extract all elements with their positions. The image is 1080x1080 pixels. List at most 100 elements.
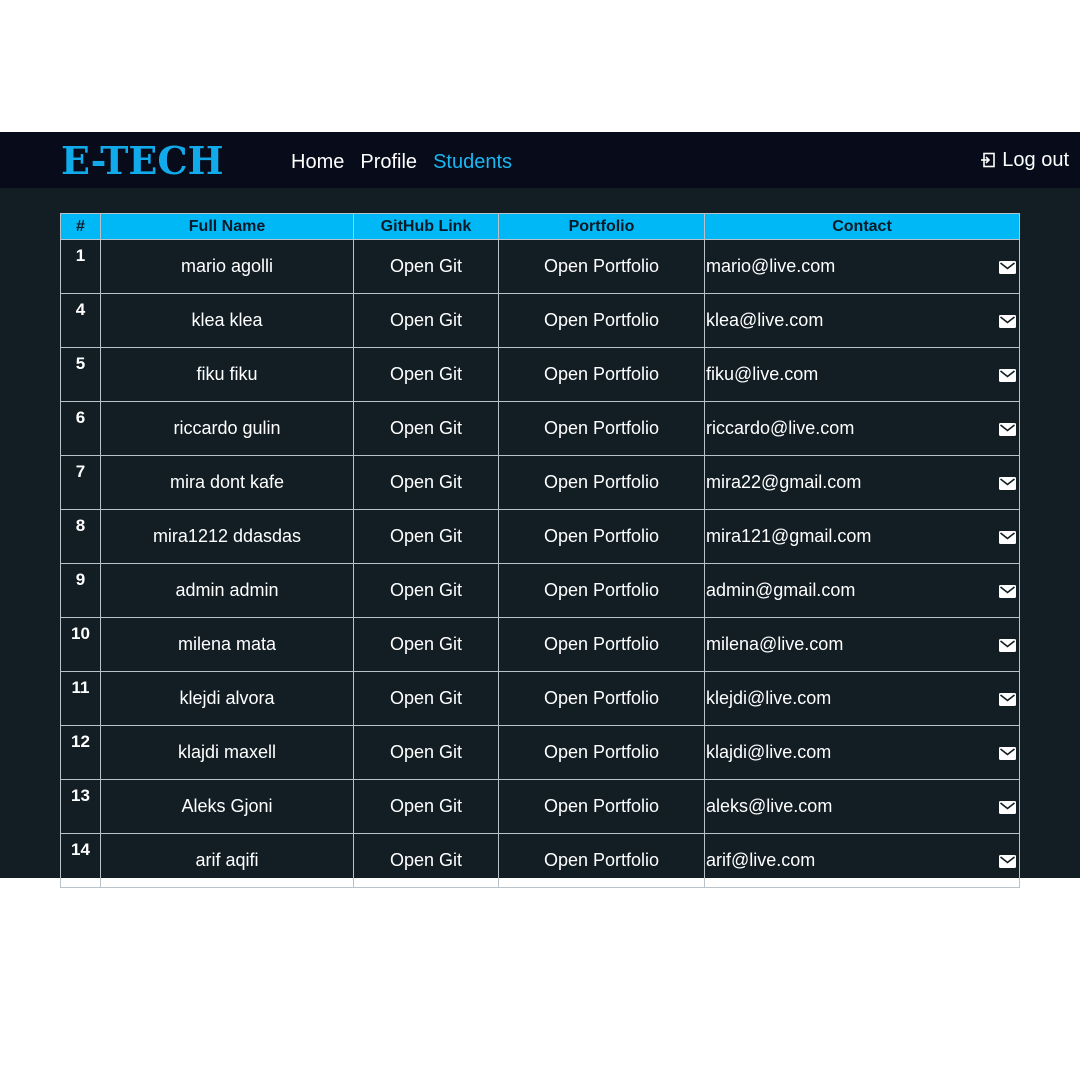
mail-icon[interactable] bbox=[999, 474, 1016, 490]
mail-icon[interactable] bbox=[999, 798, 1016, 814]
open-git-link[interactable]: Open Git bbox=[353, 833, 499, 888]
mail-icon[interactable] bbox=[999, 420, 1016, 436]
row-full-name: arif aqifi bbox=[100, 833, 354, 888]
row-contact: admin@gmail.com bbox=[704, 563, 1020, 618]
row-email: klajdi@live.com bbox=[706, 742, 832, 762]
row-contact: fiku@live.com bbox=[704, 347, 1020, 402]
nav-home[interactable]: Home bbox=[291, 150, 344, 174]
row-email: klejdi@live.com bbox=[706, 688, 832, 708]
row-id: 7 bbox=[60, 455, 101, 510]
students-table-wrapper: # Full Name GitHub Link Portfolio Contac… bbox=[60, 213, 1020, 888]
row-contact: klajdi@live.com bbox=[704, 725, 1020, 780]
mail-icon[interactable] bbox=[999, 312, 1016, 328]
row-id: 14 bbox=[60, 833, 101, 888]
open-portfolio-link[interactable]: Open Portfolio bbox=[498, 671, 705, 726]
open-portfolio-link[interactable]: Open Portfolio bbox=[498, 725, 705, 780]
table-row: 10 milena mata Open Git Open Portfolio milen… bbox=[60, 617, 1020, 672]
row-id: 5 bbox=[60, 347, 101, 402]
nav-links: Home Profile Students bbox=[291, 150, 512, 174]
column-header-id: # bbox=[60, 213, 101, 240]
row-contact: mira22@gmail.com bbox=[704, 455, 1020, 510]
open-git-link[interactable]: Open Git bbox=[353, 239, 499, 294]
students-table: # Full Name GitHub Link Portfolio Contac… bbox=[60, 213, 1020, 888]
table-row: 7 mira dont kafe Open Git Open Portfolio mir… bbox=[60, 455, 1020, 510]
nav-students[interactable]: Students bbox=[433, 150, 512, 174]
open-git-link[interactable]: Open Git bbox=[353, 347, 499, 402]
mail-icon[interactable] bbox=[999, 852, 1016, 868]
row-contact: aleks@live.com bbox=[704, 779, 1020, 834]
open-git-link[interactable]: Open Git bbox=[353, 779, 499, 834]
table-row: 8 mira1212 ddasdas Open Git Open Portfolio m… bbox=[60, 509, 1020, 564]
row-contact: klea@live.com bbox=[704, 293, 1020, 348]
row-id: 13 bbox=[60, 779, 101, 834]
row-email: mira121@gmail.com bbox=[706, 526, 872, 546]
row-full-name: klajdi maxell bbox=[100, 725, 354, 780]
logout-button[interactable]: Log out bbox=[980, 148, 1069, 172]
mail-icon[interactable] bbox=[999, 582, 1016, 598]
open-git-link[interactable]: Open Git bbox=[353, 455, 499, 510]
open-git-link[interactable]: Open Git bbox=[353, 617, 499, 672]
open-portfolio-link[interactable]: Open Portfolio bbox=[498, 293, 705, 348]
open-git-link[interactable]: Open Git bbox=[353, 671, 499, 726]
table-row: 11 klejdi alvora Open Git Open Portfolio kle… bbox=[60, 671, 1020, 726]
mail-icon[interactable] bbox=[999, 258, 1016, 274]
mail-icon[interactable] bbox=[999, 690, 1016, 706]
mail-icon[interactable] bbox=[999, 744, 1016, 760]
row-contact: arif@live.com bbox=[704, 833, 1020, 888]
row-full-name: riccardo gulin bbox=[100, 401, 354, 456]
row-contact: milena@live.com bbox=[704, 617, 1020, 672]
table-row: 6 riccardo gulin Open Git Open Portfolio ric… bbox=[60, 401, 1020, 456]
column-header-github: GitHub Link bbox=[353, 213, 499, 240]
open-git-link[interactable]: Open Git bbox=[353, 563, 499, 618]
row-email: milena@live.com bbox=[706, 634, 844, 654]
row-contact: klejdi@live.com bbox=[704, 671, 1020, 726]
app-frame: E-TECH Home Profile Students Log out # F… bbox=[0, 132, 1080, 888]
row-id: 6 bbox=[60, 401, 101, 456]
open-portfolio-link[interactable]: Open Portfolio bbox=[498, 617, 705, 672]
row-full-name: klea klea bbox=[100, 293, 354, 348]
row-email: riccardo@live.com bbox=[706, 418, 855, 438]
open-git-link[interactable]: Open Git bbox=[353, 725, 499, 780]
mail-icon[interactable] bbox=[999, 636, 1016, 652]
row-email: mira22@gmail.com bbox=[706, 472, 862, 492]
row-full-name: milena mata bbox=[100, 617, 354, 672]
open-portfolio-link[interactable]: Open Portfolio bbox=[498, 455, 705, 510]
open-portfolio-link[interactable]: Open Portfolio bbox=[498, 563, 705, 618]
column-header-portfolio: Portfolio bbox=[498, 213, 705, 240]
table-header-row: # Full Name GitHub Link Portfolio Contac… bbox=[60, 213, 1020, 240]
row-contact: mario@live.com bbox=[704, 239, 1020, 294]
row-email: klea@live.com bbox=[706, 310, 824, 330]
open-portfolio-link[interactable]: Open Portfolio bbox=[498, 347, 705, 402]
table-row: 1 mario agolli Open Git Open Portfolio mario… bbox=[60, 239, 1020, 294]
mail-icon[interactable] bbox=[999, 528, 1016, 544]
open-git-link[interactable]: Open Git bbox=[353, 401, 499, 456]
open-portfolio-link[interactable]: Open Portfolio bbox=[498, 833, 705, 888]
row-contact: riccardo@live.com bbox=[704, 401, 1020, 456]
logout-icon bbox=[980, 152, 996, 168]
open-portfolio-link[interactable]: Open Portfolio bbox=[498, 401, 705, 456]
column-header-contact: Contact bbox=[704, 213, 1020, 240]
row-id: 10 bbox=[60, 617, 101, 672]
row-full-name: mira1212 ddasdas bbox=[100, 509, 354, 564]
open-portfolio-link[interactable]: Open Portfolio bbox=[498, 239, 705, 294]
open-git-link[interactable]: Open Git bbox=[353, 293, 499, 348]
table-row: 9 admin admin Open Git Open Portfolio admin@… bbox=[60, 563, 1020, 618]
row-full-name: fiku fiku bbox=[100, 347, 354, 402]
open-portfolio-link[interactable]: Open Portfolio bbox=[498, 509, 705, 564]
row-id: 12 bbox=[60, 725, 101, 780]
logo[interactable]: E-TECH bbox=[61, 136, 224, 186]
row-email: arif@live.com bbox=[706, 850, 816, 870]
row-id: 1 bbox=[60, 239, 101, 294]
row-full-name: mira dont kafe bbox=[100, 455, 354, 510]
nav-profile[interactable]: Profile bbox=[360, 150, 417, 174]
row-email: mario@live.com bbox=[706, 256, 836, 276]
open-git-link[interactable]: Open Git bbox=[353, 509, 499, 564]
logout-label: Log out bbox=[1002, 149, 1069, 171]
row-contact: mira121@gmail.com bbox=[704, 509, 1020, 564]
table-row: 12 klajdi maxell Open Git Open Portfolio kla… bbox=[60, 725, 1020, 780]
open-portfolio-link[interactable]: Open Portfolio bbox=[498, 779, 705, 834]
table-row: 14 arif aqifi Open Git Open Portfolio arif@l… bbox=[60, 833, 1020, 888]
navbar: E-TECH Home Profile Students Log out bbox=[0, 132, 1080, 188]
mail-icon[interactable] bbox=[999, 366, 1016, 382]
table-row: 13 Aleks Gjoni Open Git Open Portfolio aleks… bbox=[60, 779, 1020, 834]
